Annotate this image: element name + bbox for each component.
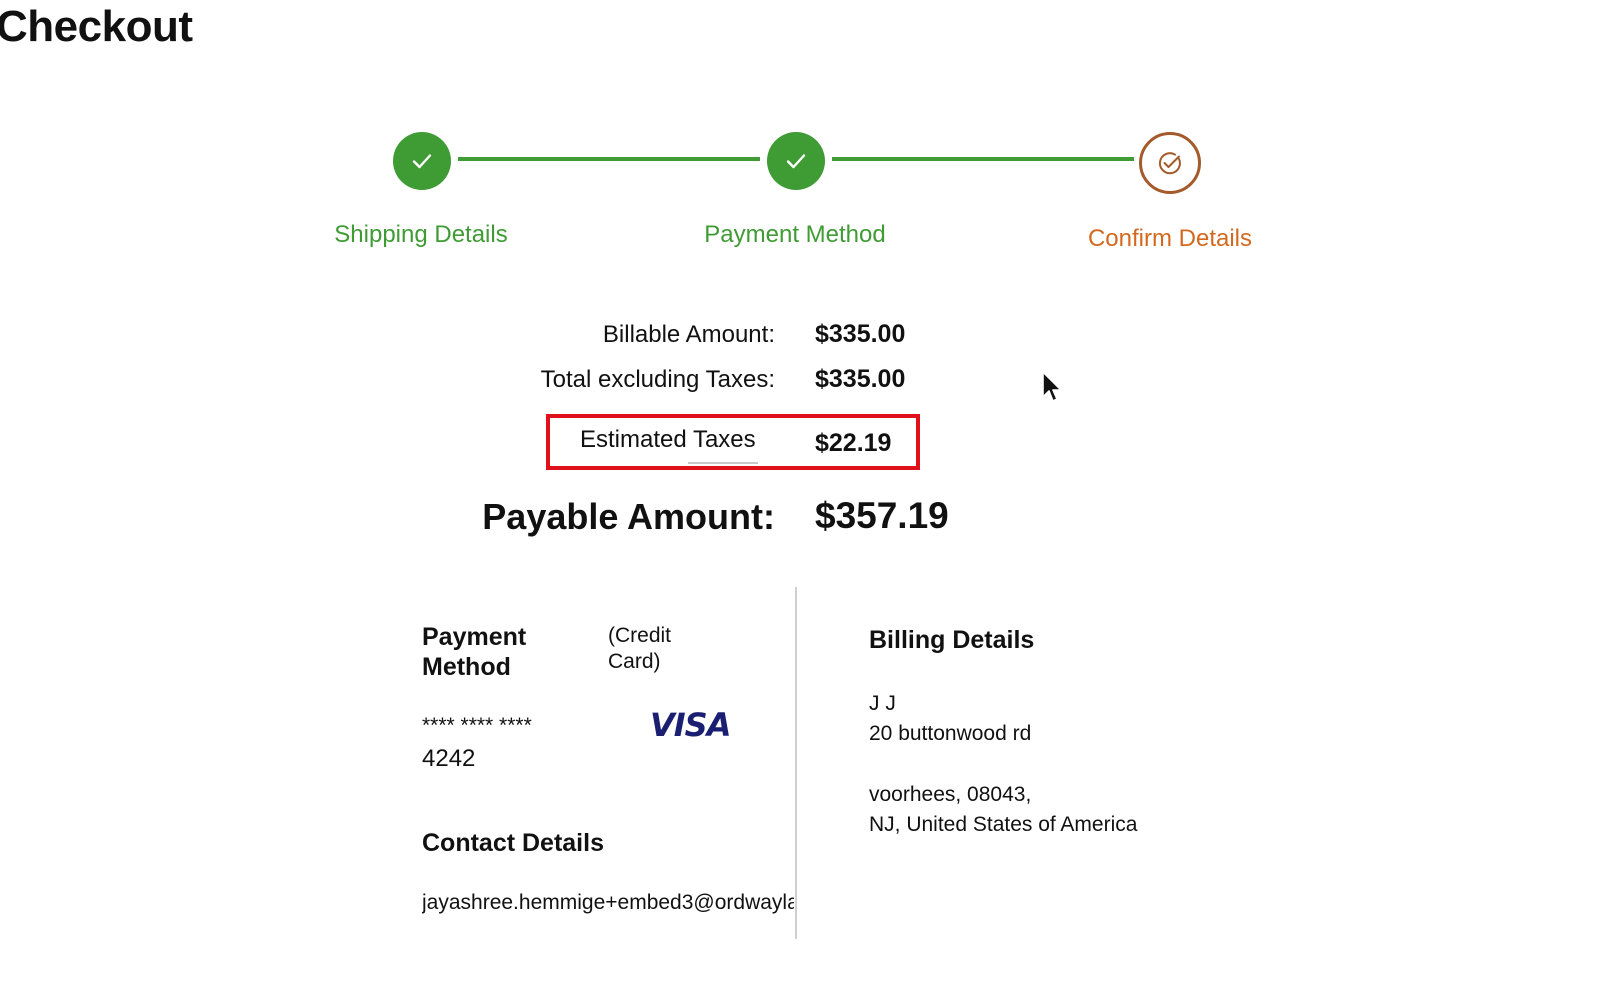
payable-amount-label: Payable Amount:	[482, 496, 775, 537]
step-connector	[832, 157, 1134, 161]
billing-state-country: NJ, United States of America	[869, 813, 1138, 836]
billable-amount-value: $335.00	[815, 320, 906, 348]
contact-email: jayashree.hemmige+embed3@ordwaylabs.com	[422, 891, 794, 914]
excl-tax-value: $335.00	[815, 365, 906, 393]
billing-details-heading: Billing Details	[869, 626, 1035, 654]
payment-method-heading: Payment Method	[422, 623, 527, 681]
estimated-taxes-label: Estimated Taxes	[580, 426, 756, 453]
billing-city-zip: voorhees, 08043,	[869, 783, 1032, 806]
tax-underline	[688, 462, 758, 464]
payable-amount-value: $357.19	[815, 495, 949, 536]
billing-name: J J	[869, 692, 896, 715]
step-connector	[458, 157, 760, 161]
billable-amount-label: Billable Amount:	[602, 321, 775, 348]
card-number-masked: **** **** ****	[422, 714, 532, 737]
estimated-taxes-value: $22.19	[815, 429, 892, 457]
page-title: Checkout	[0, 2, 193, 51]
step-label-confirm[interactable]: Confirm Details	[1088, 225, 1252, 253]
details-divider	[795, 587, 797, 939]
step-label-shipping[interactable]: Shipping Details	[334, 221, 507, 249]
step-shipping-indicator[interactable]	[393, 132, 451, 190]
excl-tax-label: Total excluding Taxes:	[540, 366, 775, 393]
mouse-cursor-icon	[1042, 371, 1062, 402]
check-icon	[786, 154, 806, 169]
card-last4: 4242	[422, 745, 476, 772]
step-confirm-indicator[interactable]	[1139, 132, 1201, 194]
step-label-payment[interactable]: Payment Method	[704, 221, 885, 249]
contact-details-heading: Contact Details	[422, 829, 604, 857]
check-circle-icon	[1158, 152, 1181, 175]
step-payment-indicator[interactable]	[767, 132, 825, 190]
visa-logo: VISA	[650, 706, 731, 744]
payment-type: (Credit Card)	[608, 624, 672, 673]
check-icon	[412, 154, 432, 169]
billing-address-line1: 20 buttonwood rd	[869, 722, 1032, 745]
